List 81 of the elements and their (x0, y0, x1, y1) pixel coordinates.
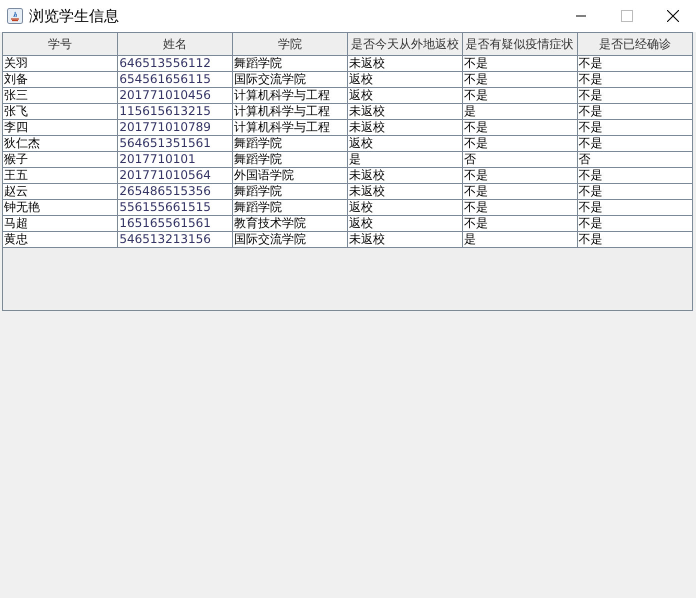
window-title: 浏览学生信息 (29, 6, 120, 26)
column-header[interactable]: 姓名 (118, 33, 233, 56)
table-cell: 546513213156 (118, 232, 233, 248)
table-cell: 654561656115 (118, 72, 233, 88)
table-cell: 不是 (577, 104, 692, 120)
table-cell: 115615613215 (118, 104, 233, 120)
table-cell: 舞蹈学院 (232, 184, 348, 200)
table-cell: 舞蹈学院 (232, 152, 348, 168)
table-cell: 关羽 (3, 56, 118, 72)
column-header[interactable]: 是否今天从外地返校 (347, 33, 462, 56)
column-header[interactable]: 是否有疑似疫情症状 (462, 33, 578, 56)
table-cell: 返校 (347, 88, 462, 104)
table-cell: 计算机科学与工程 (232, 120, 348, 136)
table-cell: 未返校 (347, 184, 462, 200)
table-cell: 不是 (462, 136, 578, 152)
table-cell: 不是 (462, 200, 578, 216)
column-header[interactable]: 学号 (3, 33, 118, 56)
table-cell: 201771010456 (118, 88, 233, 104)
table-cell: 不是 (462, 120, 578, 136)
table-cell: 李四 (3, 120, 118, 136)
table-cell: 不是 (577, 72, 692, 88)
table-cell: 国际交流学院 (232, 72, 348, 88)
table-cell: 黄忠 (3, 232, 118, 248)
table-cell: 165165561561 (118, 216, 233, 232)
table-cell: 返校 (347, 72, 462, 88)
table-cell: 不是 (577, 216, 692, 232)
table-cell: 201771010564 (118, 168, 233, 184)
table-cell: 舞蹈学院 (232, 56, 348, 72)
table-cell: 马超 (3, 216, 118, 232)
table-cell: 返校 (347, 216, 462, 232)
table-cell: 2017710101 (118, 152, 233, 168)
table-cell: 556155661515 (118, 200, 233, 216)
table-cell: 不是 (577, 184, 692, 200)
table-cell: 不是 (577, 232, 692, 248)
table-cell: 未返校 (347, 232, 462, 248)
table-cell: 计算机科学与工程 (232, 88, 348, 104)
table-cell: 计算机科学与工程 (232, 104, 348, 120)
table-cell: 王五 (3, 168, 118, 184)
table-cell: 返校 (347, 136, 462, 152)
table-cell: 外国语学院 (232, 168, 348, 184)
table-cell: 舞蹈学院 (232, 136, 348, 152)
table-cell: 201771010789 (118, 120, 233, 136)
table-cell: 不是 (462, 216, 578, 232)
table-cell: 不是 (577, 200, 692, 216)
app-icon (7, 8, 23, 24)
table-cell: 不是 (462, 88, 578, 104)
table-cell: 是 (347, 152, 462, 168)
table-cell: 不是 (462, 168, 578, 184)
table-cell: 国际交流学院 (232, 232, 348, 248)
close-icon[interactable] (667, 10, 679, 22)
table-cell: 265486515356 (118, 184, 233, 200)
table-cell: 否 (577, 152, 692, 168)
table-cell: 张三 (3, 88, 118, 104)
table-cell: 猴子 (3, 152, 118, 168)
table-cell: 未返校 (347, 120, 462, 136)
table-cell: 646513556112 (118, 56, 233, 72)
table-cell: 返校 (347, 200, 462, 216)
table-cell: 教育技术学院 (232, 216, 348, 232)
table-cell: 否 (462, 152, 578, 168)
table-cell: 不是 (462, 56, 578, 72)
table-cell: 赵云 (3, 184, 118, 200)
column-header[interactable]: 是否已经确诊 (577, 33, 692, 56)
table-cell: 564651351561 (118, 136, 233, 152)
table-cell: 不是 (577, 56, 692, 72)
table-cell: 不是 (462, 184, 578, 200)
table-cell: 钟无艳 (3, 200, 118, 216)
table-cell: 不是 (577, 136, 692, 152)
table-cell: 张飞 (3, 104, 118, 120)
table-cell: 未返校 (347, 168, 462, 184)
table-cell: 不是 (462, 72, 578, 88)
table-cell: 不是 (577, 168, 692, 184)
table-cell: 未返校 (347, 56, 462, 72)
table-cell: 未返校 (347, 104, 462, 120)
table-cell: 是 (462, 232, 578, 248)
table-cell: 不是 (577, 88, 692, 104)
table-cell: 舞蹈学院 (232, 200, 348, 216)
table-cell: 不是 (577, 120, 692, 136)
column-header[interactable]: 学院 (232, 33, 348, 56)
table-cell: 是 (462, 104, 578, 120)
table-cell: 刘备 (3, 72, 118, 88)
table-cell: 狄仁杰 (3, 136, 118, 152)
